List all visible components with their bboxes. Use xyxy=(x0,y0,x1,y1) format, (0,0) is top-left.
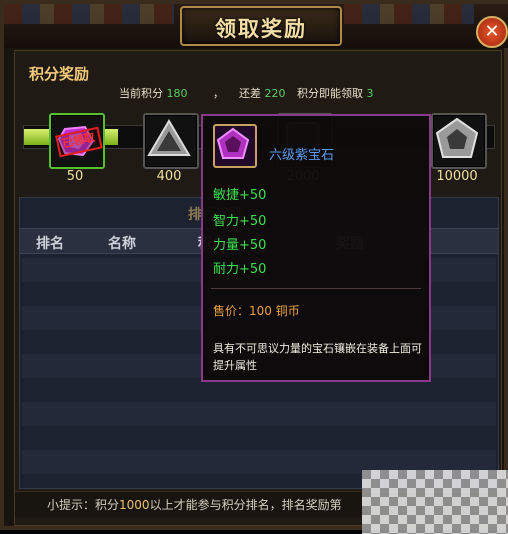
reward-window: 领取奖励 ✕ 积分奖励 当前积分 180 ， 还差 220 积分即能领取 3 已… xyxy=(0,0,508,534)
milestone-50: 50 xyxy=(66,169,84,184)
reward-slot-50[interactable]: 已领取 xyxy=(49,113,105,169)
window-title: 领取奖励 xyxy=(215,16,307,41)
item-tooltip: 六级紫宝石 敏捷+50 智力+50 力量+50 耐力+50 售价：100 铜币 … xyxy=(201,114,431,382)
header-rank: 排名 xyxy=(36,236,64,252)
claim-label: 积分即能领取 xyxy=(297,87,363,100)
section-title: 积分奖励 xyxy=(29,65,90,83)
header-name: 名称 xyxy=(108,236,136,252)
tooltip-description: 具有不可思议力量的宝石镶嵌在装备上面可提升属性 xyxy=(213,342,422,372)
tooltip-price: 售价：100 铜币 xyxy=(213,304,300,318)
stats-separator: ， xyxy=(213,87,224,100)
remaining-score: 还差 220 积分即能领取 3 xyxy=(239,85,374,101)
reward-slot-10000[interactable] xyxy=(431,113,487,169)
close-icon: ✕ xyxy=(484,21,500,42)
title-plaque: 领取奖励 xyxy=(180,6,342,46)
tooltip-item-name: 六级紫宝石 xyxy=(269,148,335,163)
title-bar-decoration-right xyxy=(344,4,474,24)
milestone-10000: 10000 xyxy=(436,169,478,184)
silver-triangle-icon xyxy=(147,119,191,156)
tooltip-attribute: 智力+50 xyxy=(213,214,267,229)
current-score-value: 180 xyxy=(166,87,188,100)
claim-value: 3 xyxy=(366,87,374,100)
current-score: 当前积分 180 xyxy=(119,85,188,101)
reward-slot-400[interactable] xyxy=(143,113,199,169)
watermark-overlay xyxy=(362,470,508,534)
tooltip-attribute: 敏捷+50 xyxy=(213,188,267,203)
close-button[interactable]: ✕ xyxy=(476,16,508,48)
hint-suffix: 以上才能参与积分排名，排名奖励第 xyxy=(149,498,342,512)
remaining-score-label: 还差 xyxy=(239,87,261,100)
purple-pentagon-gem-icon xyxy=(216,127,250,159)
current-score-label: 当前积分 xyxy=(119,87,163,100)
tooltip-item-icon xyxy=(213,124,257,168)
silver-pentagon-icon xyxy=(435,117,479,158)
milestone-400: 400 xyxy=(156,169,182,184)
hint-highlight: 1000 xyxy=(119,498,150,512)
title-bar-decoration-left xyxy=(4,4,174,24)
tooltip-attribute: 耐力+50 xyxy=(213,262,267,277)
tooltip-attribute: 力量+50 xyxy=(213,238,267,253)
hint-prefix: 小提示：积分 xyxy=(47,498,120,512)
table-row xyxy=(22,402,496,426)
remaining-score-value: 220 xyxy=(264,87,286,100)
tooltip-divider xyxy=(211,288,421,289)
table-row xyxy=(22,426,496,450)
